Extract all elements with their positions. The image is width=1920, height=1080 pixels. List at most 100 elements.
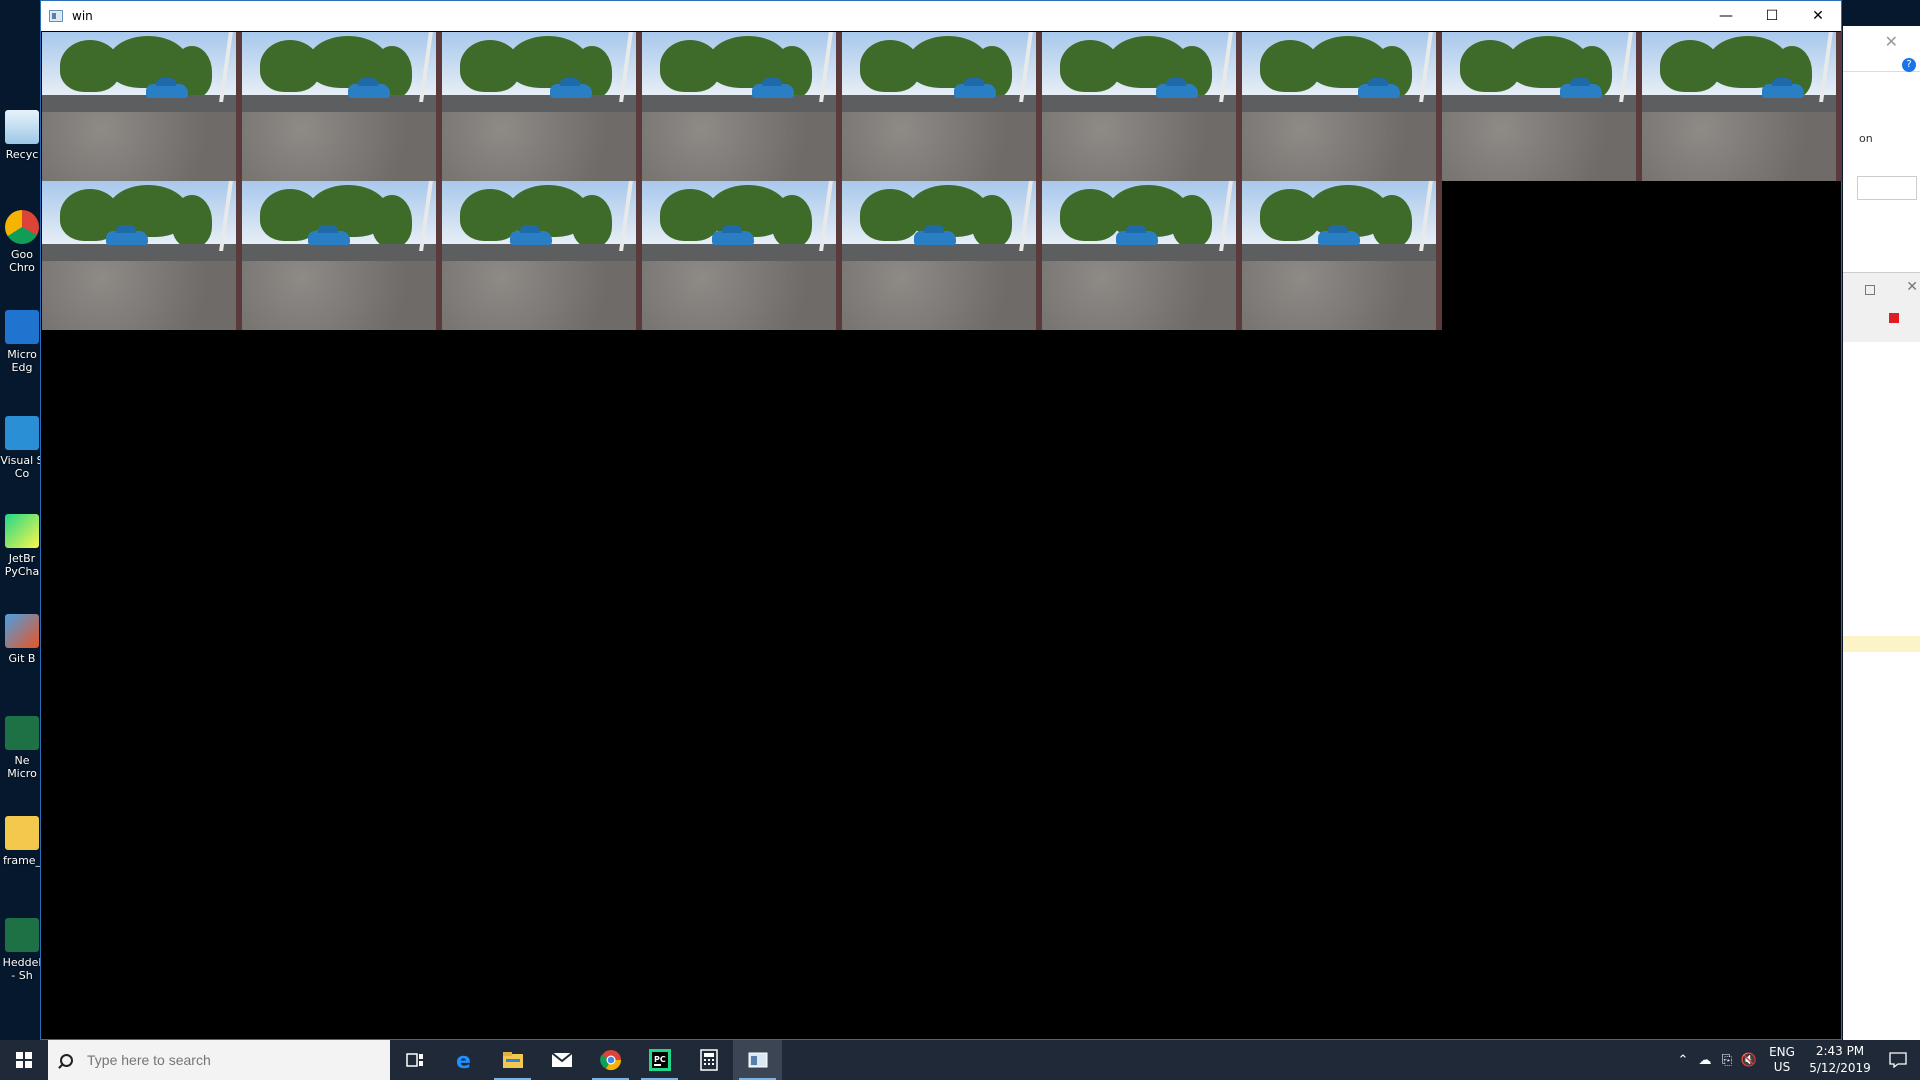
video-frame-thumbnail (642, 32, 842, 181)
taskbar-calculator[interactable] (684, 1040, 733, 1080)
desktop-icon-folder[interactable]: frame_ (0, 816, 44, 867)
clock[interactable]: 2:43 PM 5/12/2019 (1804, 1043, 1876, 1077)
task-view-icon (405, 1053, 423, 1067)
desktop-icon-label: Goo Chro (9, 248, 35, 274)
system-tray: ⌃ ☁ ⎘ 🔇 ENG US 2:43 PM 5/12/2019 (1672, 1040, 1920, 1080)
start-button[interactable] (0, 1040, 48, 1080)
car (752, 78, 794, 98)
car (954, 78, 996, 98)
video-frame-thumbnail (642, 181, 842, 330)
maximize-button[interactable]: ☐ (1749, 1, 1795, 31)
desktop-icon-label: Git B (8, 652, 36, 665)
background-window-text: on (1859, 132, 1873, 145)
taskbar: e PC ⌃ ☁ ⎘ 🔇 ENG US 2:43 PM 5/12/2019 (0, 1040, 1920, 1080)
folder-icon (5, 816, 39, 850)
car (1156, 78, 1198, 98)
taskbar-window-app[interactable] (733, 1040, 782, 1080)
background-search-box[interactable] (1857, 176, 1917, 200)
car (510, 225, 552, 245)
car (146, 78, 188, 98)
edge-icon (5, 310, 39, 344)
desktop-icon-pycharm[interactable]: JetBr PyCha (0, 514, 44, 578)
video-frame-thumbnail (1042, 32, 1242, 181)
car (1116, 225, 1158, 245)
car (308, 225, 350, 245)
background-window-2[interactable]: ✕ (1843, 272, 1920, 342)
excel-icon (5, 918, 39, 952)
car (712, 225, 754, 245)
clock-time: 2:43 PM (1815, 1044, 1865, 1058)
desktop-icon-excel[interactable]: Ne Micro (0, 716, 44, 780)
car (1762, 78, 1804, 98)
desktop-icon-git-bash[interactable]: Git B (0, 614, 44, 665)
car (550, 78, 592, 98)
help-icon[interactable]: ? (1902, 58, 1916, 72)
onedrive-icon[interactable]: ☁ (1694, 1053, 1716, 1068)
stop-icon[interactable] (1889, 313, 1899, 323)
edge-icon: e (456, 1049, 471, 1071)
video-frame-thumbnail (1442, 32, 1642, 181)
vscode-icon (5, 416, 39, 450)
clock-date: 5/12/2019 (1809, 1061, 1871, 1075)
language-code: ENG (1769, 1045, 1795, 1059)
search-input[interactable] (87, 1052, 347, 1068)
taskbar-edge[interactable]: e (439, 1040, 488, 1080)
background-window-header: ✕ ? (1843, 26, 1920, 72)
desktop-icon-label: Visual S Co (0, 454, 43, 480)
minimize-button[interactable]: — (1703, 1, 1749, 31)
desktop-icon-chrome[interactable]: Goo Chro (0, 210, 44, 274)
language-indicator[interactable]: ENG US (1760, 1045, 1804, 1075)
window-titlebar[interactable]: win — ☐ ✕ (41, 1, 1841, 31)
main-window[interactable]: win — ☐ ✕ (40, 0, 1842, 1040)
video-frame-thumbnail (1642, 32, 1842, 181)
mail-icon (550, 1052, 573, 1067)
background-highlight-row (1843, 636, 1920, 652)
desktop-icon-label: Micro Edg (7, 348, 37, 374)
close-icon[interactable]: ✕ (1885, 32, 1898, 51)
video-frame-thumbnail (442, 181, 642, 330)
recycle-bin-icon (5, 110, 39, 144)
svg-text:e: e (456, 1049, 471, 1071)
video-frame-thumbnail (42, 181, 242, 330)
volume-muted-icon[interactable]: 🔇 (1738, 1053, 1760, 1068)
desktop-icon-excel-2[interactable]: Heddel - Sh (0, 918, 44, 982)
car (1318, 225, 1360, 245)
windows-logo-icon (16, 1052, 32, 1068)
action-center-button[interactable] (1876, 1040, 1920, 1080)
video-frame-thumbnail (1242, 181, 1442, 330)
region-code: US (1773, 1060, 1791, 1074)
window-app-icon (49, 10, 63, 22)
chrome-icon (599, 1050, 621, 1071)
git-bash-icon (5, 614, 39, 648)
car (106, 225, 148, 245)
taskbar-chrome[interactable] (586, 1040, 635, 1080)
video-frame-thumbnail (242, 181, 442, 330)
task-view-button[interactable] (390, 1040, 439, 1080)
close-icon[interactable]: ✕ (1906, 279, 1918, 295)
chevron-up-icon[interactable]: ⌃ (1672, 1053, 1694, 1068)
taskbar-pycharm[interactable]: PC (635, 1040, 684, 1080)
search-icon (60, 1053, 73, 1067)
taskbar-mail[interactable] (537, 1040, 586, 1080)
network-icon[interactable]: ⎘ (1716, 1053, 1738, 1068)
video-frame-thumbnail (1042, 181, 1242, 330)
background-window[interactable]: ✕ ? on (1843, 26, 1920, 1040)
car (1560, 78, 1602, 98)
desktop-icon-edge[interactable]: Micro Edg (0, 310, 44, 374)
excel-icon (5, 716, 39, 750)
maximize-icon[interactable] (1865, 285, 1875, 295)
desktop-icon-label: frame_ (2, 854, 42, 867)
svg-text:PC: PC (654, 1055, 666, 1064)
taskbar-search-box[interactable] (48, 1040, 390, 1080)
taskbar-file-explorer[interactable] (488, 1040, 537, 1080)
desktop-icon-label: Heddel - Sh (2, 956, 42, 982)
car (348, 78, 390, 98)
video-frame-thumbnail (242, 32, 442, 181)
desktop-icon-vscode[interactable]: Visual S Co (0, 416, 44, 480)
close-button[interactable]: ✕ (1795, 1, 1841, 31)
car (1358, 78, 1400, 98)
car (914, 225, 956, 245)
desktop-icon-recycle-bin[interactable]: Recyc (0, 110, 44, 161)
chrome-icon (5, 210, 39, 244)
video-frame-thumbnail (1242, 32, 1442, 181)
